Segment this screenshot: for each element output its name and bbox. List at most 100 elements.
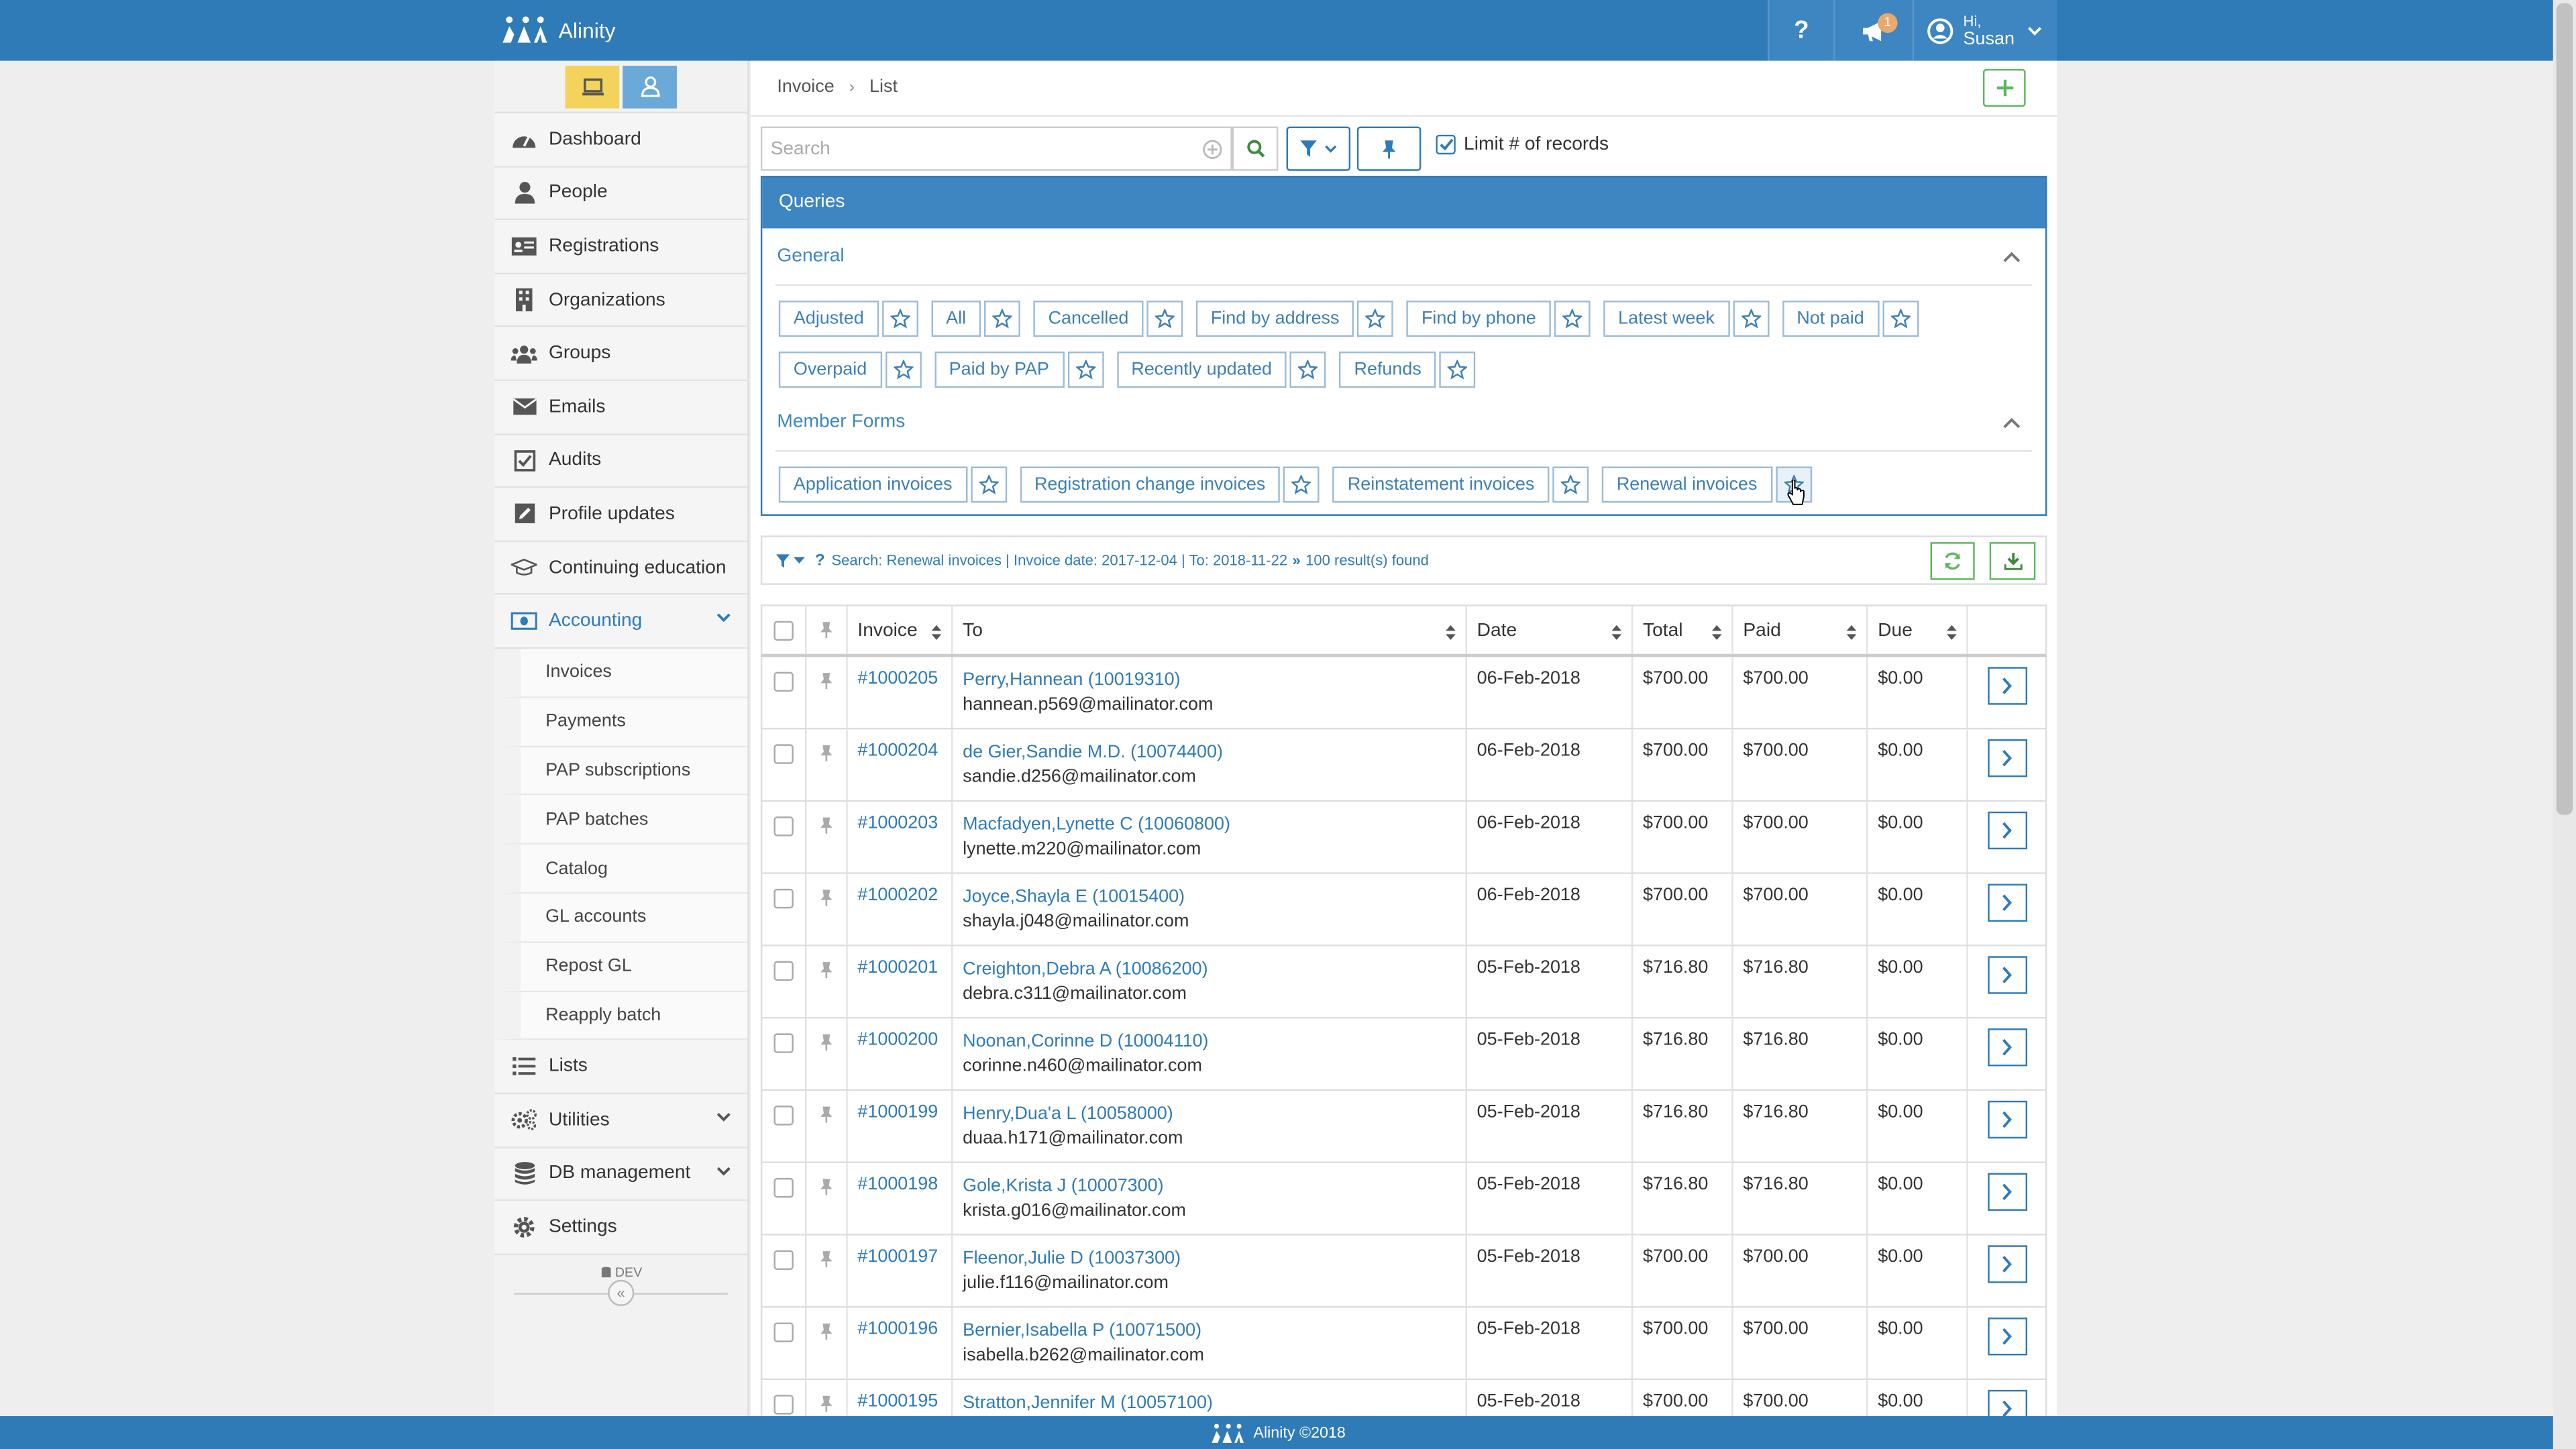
- collapse-sidebar-button[interactable]: «: [608, 1279, 635, 1306]
- row-pin-cell[interactable]: [806, 1307, 848, 1379]
- query-chip-label[interactable]: Renewal invoices: [1601, 466, 1772, 503]
- limit-records-toggle[interactable]: Limit # of records: [1436, 134, 1609, 155]
- invoice-link[interactable]: #1000201: [857, 958, 938, 977]
- search-input[interactable]: [762, 128, 1190, 170]
- sidebar-subitem-reapply-batch[interactable]: Reapply batch: [494, 991, 748, 1040]
- row-pin-cell[interactable]: [806, 1235, 848, 1306]
- column-header-to[interactable]: To: [953, 606, 1467, 654]
- download-button[interactable]: [1989, 542, 2036, 580]
- query-chip-label[interactable]: Overpaid: [778, 352, 882, 388]
- row-checkbox[interactable]: [773, 1033, 794, 1053]
- sidebar-subitem-pap-subscriptions[interactable]: PAP subscriptions: [494, 747, 748, 796]
- table-row[interactable]: #1000200 Noonan,Corinne D (10004110) corin…: [760, 1018, 2047, 1091]
- star-icon[interactable]: [1732, 301, 1769, 337]
- row-pin-cell[interactable]: [806, 802, 848, 873]
- table-row[interactable]: #1000204 de Gier,Sandie M.D. (10074400) sa…: [760, 729, 2047, 802]
- row-pin-cell[interactable]: [806, 1018, 848, 1089]
- recipient-link[interactable]: Creighton,Debra A (10086200): [963, 958, 1465, 981]
- select-all-checkbox[interactable]: [773, 620, 794, 640]
- sidebar-item-registrations[interactable]: Registrations: [494, 220, 748, 274]
- recipient-link[interactable]: Henry,Dua'a L (10058000): [963, 1102, 1465, 1125]
- help-button[interactable]: ?: [1768, 0, 1834, 61]
- row-pin-cell[interactable]: [806, 1163, 848, 1234]
- open-invoice-button[interactable]: [1987, 1173, 2027, 1211]
- open-invoice-button[interactable]: [1987, 1318, 2027, 1356]
- invoice-link[interactable]: #1000198: [857, 1175, 938, 1194]
- table-row[interactable]: #1000203 Macfadyen,Lynette C (10060800) ly…: [760, 802, 2047, 874]
- sidebar-item-continuing-education[interactable]: Continuing education: [494, 541, 748, 596]
- invoice-link[interactable]: #1000205: [857, 669, 938, 688]
- column-header-total[interactable]: Total: [1633, 606, 1733, 654]
- table-row[interactable]: #1000198 Gole,Krista J (10007300) krista.g…: [760, 1163, 2047, 1236]
- sidebar-item-organizations[interactable]: Organizations: [494, 274, 748, 328]
- star-icon[interactable]: [885, 352, 922, 388]
- pin-button[interactable]: [1356, 126, 1421, 171]
- sidebar-item-settings[interactable]: Settings: [494, 1201, 748, 1255]
- chevron-up-icon[interactable]: [2002, 417, 2021, 429]
- filter-dropdown-button[interactable]: [1286, 126, 1351, 171]
- row-checkbox[interactable]: [773, 1322, 794, 1342]
- open-invoice-button[interactable]: [1987, 1245, 2027, 1283]
- star-icon[interactable]: [1439, 352, 1476, 388]
- open-invoice-button[interactable]: [1987, 811, 2027, 850]
- sidebar-subitem-catalog[interactable]: Catalog: [494, 845, 748, 894]
- row-pin-cell[interactable]: [806, 1091, 848, 1162]
- star-icon[interactable]: [1290, 352, 1326, 388]
- invoice-link[interactable]: #1000200: [857, 1030, 938, 1050]
- sidebar-subitem-invoices[interactable]: Invoices: [494, 649, 748, 698]
- chevron-up-icon[interactable]: [2002, 252, 2021, 263]
- recipient-link[interactable]: Bernier,Isabella P (10071500): [963, 1320, 1465, 1342]
- star-icon[interactable]: [984, 301, 1020, 337]
- column-header-date[interactable]: Date: [1467, 606, 1633, 654]
- table-row[interactable]: #1000201 Creighton,Debra A (10086200) debr…: [760, 946, 2047, 1019]
- row-pin-cell[interactable]: [806, 946, 848, 1017]
- sidebar-subitem-gl-accounts[interactable]: GL accounts: [494, 894, 748, 943]
- row-pin-cell[interactable]: [806, 873, 848, 945]
- limit-records-checkbox[interactable]: [1436, 134, 1456, 155]
- query-chip-label[interactable]: Application invoices: [778, 466, 967, 503]
- star-icon[interactable]: [881, 301, 918, 337]
- row-checkbox[interactable]: [773, 672, 794, 692]
- query-chip-label[interactable]: Reinstatement invoices: [1332, 466, 1550, 503]
- row-checkbox[interactable]: [773, 1395, 794, 1415]
- query-chip-label[interactable]: Registration change invoices: [1019, 466, 1281, 503]
- star-icon[interactable]: [1146, 301, 1183, 337]
- table-row[interactable]: #1000196 Bernier,Isabella P (10071500) isa…: [760, 1307, 2047, 1381]
- row-checkbox[interactable]: [773, 961, 794, 981]
- invoice-link[interactable]: #1000199: [857, 1102, 938, 1122]
- brand[interactable]: Alinity: [499, 15, 616, 44]
- sidebar-subitem-repost-gl[interactable]: Repost GL: [494, 943, 748, 992]
- sidebar-item-profile-updates[interactable]: Profile updates: [494, 488, 748, 542]
- sidebar-item-accounting[interactable]: Accounting: [494, 595, 748, 649]
- open-invoice-button[interactable]: [1987, 1100, 2027, 1139]
- query-chip-label[interactable]: Cancelled: [1033, 301, 1144, 337]
- recipient-link[interactable]: Perry,Hannean (10019310): [963, 669, 1465, 692]
- row-checkbox[interactable]: [773, 888, 794, 909]
- query-chip-label[interactable]: Not paid: [1782, 301, 1879, 337]
- row-checkbox[interactable]: [773, 744, 794, 764]
- sidebar-item-utilities[interactable]: Utilities: [494, 1093, 748, 1148]
- add-invoice-button[interactable]: [1982, 68, 2026, 107]
- star-icon[interactable]: [1357, 301, 1394, 337]
- recipient-link[interactable]: de Gier,Sandie M.D. (10074400): [963, 741, 1465, 763]
- page-scrollbar-thumb[interactable]: [2556, 3, 2573, 815]
- invoice-link[interactable]: #1000202: [857, 885, 938, 905]
- open-invoice-button[interactable]: [1987, 1028, 2027, 1067]
- table-row[interactable]: #1000199 Henry,Dua'a L (10058000) duaa.h17…: [760, 1091, 2047, 1163]
- sidebar-item-db-management[interactable]: DB management: [494, 1147, 748, 1201]
- query-group-member-forms-title[interactable]: Member Forms: [777, 413, 905, 432]
- sidebar-subitem-pap-batches[interactable]: PAP batches: [494, 796, 748, 845]
- row-checkbox[interactable]: [773, 1106, 794, 1126]
- query-chip-label[interactable]: Adjusted: [778, 301, 879, 337]
- invoice-link[interactable]: #1000197: [857, 1247, 938, 1267]
- recipient-link[interactable]: Gole,Krista J (10007300): [963, 1175, 1465, 1197]
- query-chip-label[interactable]: Find by phone: [1406, 301, 1551, 337]
- column-header-paid[interactable]: Paid: [1733, 606, 1868, 654]
- sidebar-item-lists[interactable]: Lists: [494, 1040, 748, 1094]
- search-button[interactable]: [1232, 126, 1279, 171]
- sidebar-item-audits[interactable]: Audits: [494, 434, 748, 488]
- recipient-link[interactable]: Macfadyen,Lynette C (10060800): [963, 813, 1465, 836]
- query-chip-label[interactable]: Refunds: [1339, 352, 1436, 388]
- query-chip-label[interactable]: Paid by PAP: [934, 352, 1064, 388]
- recipient-link[interactable]: Noonan,Corinne D (10004110): [963, 1030, 1465, 1053]
